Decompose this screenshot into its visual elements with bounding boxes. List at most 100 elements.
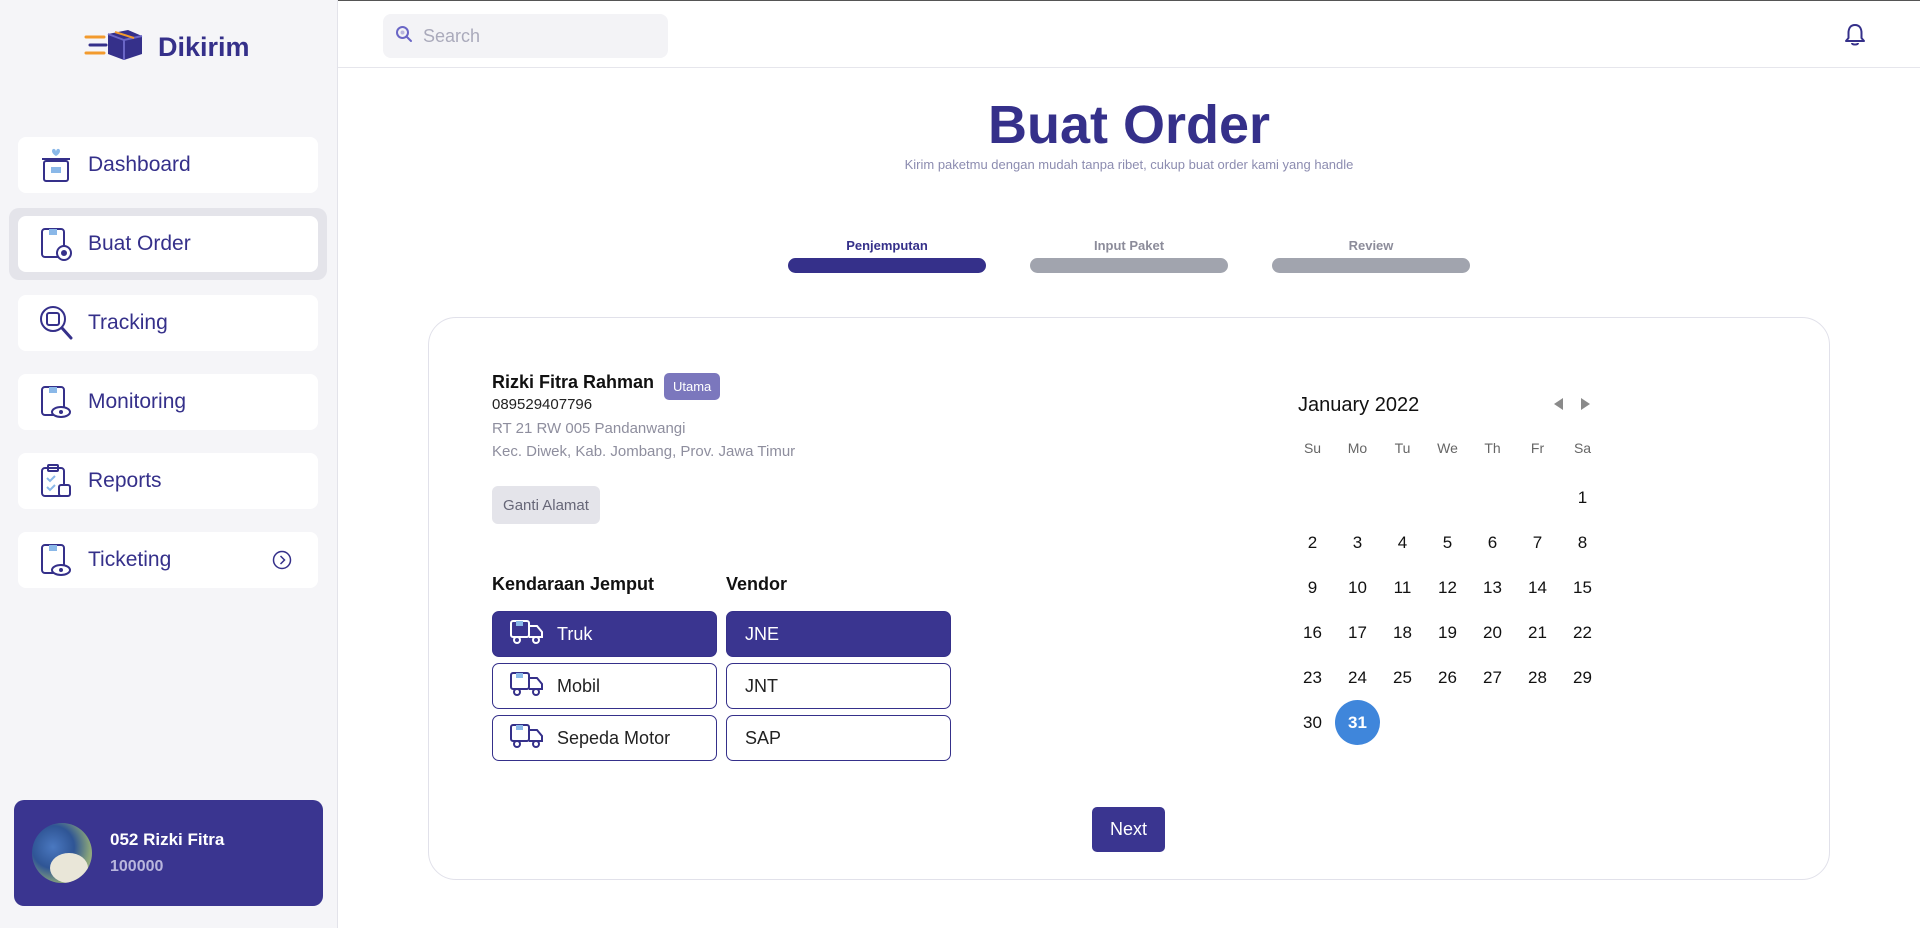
calendar-day[interactable]: 19 — [1425, 610, 1470, 655]
calendar-day-selected[interactable]: 31 — [1335, 700, 1380, 745]
chevron-right-circle-icon[interactable] — [272, 550, 292, 575]
calendar-day[interactable]: 26 — [1425, 655, 1470, 700]
calendar-day[interactable]: 4 — [1380, 520, 1425, 565]
search-box[interactable] — [383, 14, 668, 58]
calendar-day[interactable]: 1 — [1560, 475, 1605, 520]
step-input-paket[interactable]: Input Paket — [1030, 238, 1228, 273]
sidebar-item-monitoring[interactable]: Monitoring — [18, 374, 318, 430]
step-label: Penjemputan — [846, 238, 928, 253]
sidebar-item-reports[interactable]: Reports — [18, 453, 318, 509]
vendor-option-jne[interactable]: JNE — [726, 611, 951, 657]
calendar-day[interactable]: 23 — [1290, 655, 1335, 700]
step-progress-bar — [1272, 258, 1470, 273]
address-primary-badge: Utama — [664, 373, 721, 400]
magnifier-box-icon — [38, 305, 74, 341]
calendar-day[interactable]: 13 — [1470, 565, 1515, 610]
calendar-weekday: Th — [1484, 440, 1501, 456]
calendar-day[interactable]: 15 — [1560, 565, 1605, 610]
calendar-day[interactable]: 21 — [1515, 610, 1560, 655]
sidebar-item-label: Tracking — [88, 311, 168, 334]
calendar-weekday: Sa — [1573, 440, 1592, 456]
vendor-option-sap[interactable]: SAP — [726, 715, 951, 761]
calendar-weekday: Su — [1303, 440, 1322, 456]
step-label: Review — [1348, 238, 1394, 253]
vendor-heading: Vendor — [726, 574, 788, 594]
vendor-option-jnt[interactable]: JNT — [726, 663, 951, 709]
calendar-day[interactable]: 16 — [1290, 610, 1335, 655]
profile-name: 052 Rizki Fitra — [110, 830, 225, 849]
calendar-day[interactable]: 10 — [1335, 565, 1380, 610]
calendar-day[interactable]: 6 — [1470, 520, 1515, 565]
vehicle-option-mobil[interactable]: Mobil — [492, 663, 717, 709]
user-profile-card[interactable]: 052 Rizki Fitra 100000 — [14, 800, 323, 906]
calendar-day[interactable]: 8 — [1560, 520, 1605, 565]
step-label: Input Paket — [1093, 238, 1165, 253]
calendar-prev-icon[interactable] — [1551, 396, 1565, 417]
address-line-1: RT 21 RW 005 Pandanwangi — [492, 420, 686, 437]
sidebar-item-label: Buat Order — [88, 232, 191, 255]
order-icon — [38, 226, 74, 262]
vehicle-option-label: Truk — [557, 623, 593, 644]
ticket-eye-icon — [38, 542, 74, 578]
calendar-day[interactable]: 20 — [1470, 610, 1515, 655]
search-input[interactable] — [423, 25, 653, 47]
calendar-day[interactable]: 18 — [1380, 610, 1425, 655]
gift-box-icon — [38, 147, 74, 183]
app-logo[interactable]: Dikirim — [84, 28, 250, 67]
calendar-day[interactable]: 25 — [1380, 655, 1425, 700]
calendar-day[interactable]: 3 — [1335, 520, 1380, 565]
vehicle-heading: Kendaraan Jemput — [492, 574, 655, 594]
calendar-empty-cell — [1425, 475, 1470, 520]
vehicle-option-label: Sepeda Motor — [557, 727, 671, 748]
calendar-month-label: January 2022 — [1298, 394, 1420, 416]
vehicle-option-truk[interactable]: Truk — [492, 611, 717, 657]
profile-id: 100000 — [110, 858, 164, 875]
sidebar-item-label: Ticketing — [88, 548, 172, 571]
calendar-day[interactable]: 7 — [1515, 520, 1560, 565]
calendar-next-icon[interactable] — [1579, 396, 1593, 417]
vehicle-option-sepeda-motor[interactable]: Sepeda Motor — [492, 715, 717, 761]
calendar-empty-cell — [1335, 475, 1380, 520]
calendar-day[interactable]: 30 — [1290, 700, 1335, 745]
monitor-eye-icon — [38, 384, 74, 420]
sidebar-item-dashboard[interactable]: Dashboard — [18, 137, 318, 193]
sidebar-item-label: Reports — [88, 469, 162, 492]
logo-icon — [84, 28, 144, 67]
calendar-day[interactable]: 14 — [1515, 565, 1560, 610]
calendar-day[interactable]: 9 — [1290, 565, 1335, 610]
calendar-day[interactable]: 11 — [1380, 565, 1425, 610]
vehicle-option-label: Mobil — [557, 675, 601, 696]
step-progress-bar — [1030, 258, 1228, 273]
clipboard-check-icon — [38, 463, 74, 499]
calendar-day[interactable]: 24 — [1335, 655, 1380, 700]
search-icon — [395, 25, 413, 48]
sidebar: Dikirim Dashboard Buat Order Tracking Mo… — [0, 0, 338, 928]
calendar-day[interactable]: 12 — [1425, 565, 1470, 610]
calendar-empty-cell — [1290, 475, 1335, 520]
sidebar-item-buat-order[interactable]: Buat Order — [18, 216, 318, 272]
change-address-button[interactable]: Ganti Alamat — [492, 486, 600, 524]
truck-icon — [509, 619, 545, 650]
avatar — [32, 823, 92, 883]
calendar-day[interactable]: 22 — [1560, 610, 1605, 655]
calendar-day[interactable]: 27 — [1470, 655, 1515, 700]
next-button[interactable]: Next — [1092, 807, 1165, 852]
calendar-day[interactable]: 29 — [1560, 655, 1605, 700]
calendar-weekday: We — [1437, 440, 1458, 456]
calendar-day[interactable]: 17 — [1335, 610, 1380, 655]
calendar-weekday: Fr — [1530, 440, 1545, 456]
calendar-day[interactable]: 2 — [1290, 520, 1335, 565]
sidebar-item-tracking[interactable]: Tracking — [18, 295, 318, 351]
calendar-weekday: Mo — [1347, 440, 1368, 456]
sidebar-item-ticketing[interactable]: Ticketing — [18, 532, 318, 588]
page-subtitle: Kirim paketmu dengan mudah tanpa ribet, … — [904, 157, 1354, 172]
truck-icon — [509, 671, 545, 702]
calendar-empty-cell — [1380, 475, 1425, 520]
bell-icon[interactable] — [1844, 23, 1866, 52]
calendar-day[interactable]: 28 — [1515, 655, 1560, 700]
step-penjemputan[interactable]: Penjemputan — [788, 238, 986, 273]
address-phone: 089529407796 — [492, 396, 593, 413]
step-review[interactable]: Review — [1272, 238, 1470, 273]
calendar-day[interactable]: 5 — [1425, 520, 1470, 565]
vendor-option-label: JNT — [745, 675, 778, 696]
